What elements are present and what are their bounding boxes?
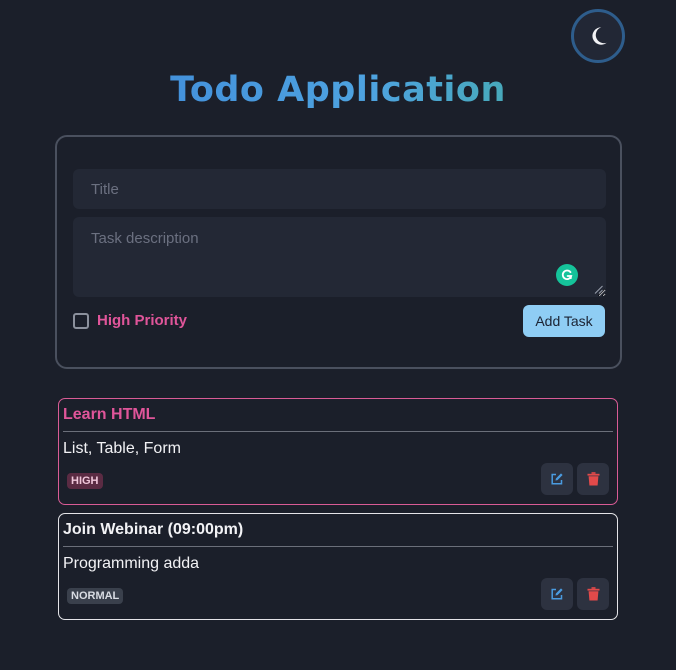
task-title: Learn HTML xyxy=(63,406,156,423)
app-title: Todo Application xyxy=(0,70,676,110)
task-divider xyxy=(63,431,613,432)
high-priority-label[interactable]: High Priority xyxy=(97,312,187,329)
todo-app: Todo Application High Priority Add Task … xyxy=(0,0,676,670)
grammarly-icon[interactable] xyxy=(556,264,578,286)
edit-icon xyxy=(551,588,563,600)
trash-icon xyxy=(587,472,599,486)
resize-grip-icon[interactable] xyxy=(594,285,603,294)
add-task-form: High Priority Add Task xyxy=(55,135,622,369)
trash-icon xyxy=(587,587,599,601)
task-card: Learn HTML List, Table, Form HIGH xyxy=(58,398,618,505)
add-task-button[interactable]: Add Task xyxy=(523,305,605,337)
edit-task-button[interactable] xyxy=(541,578,573,610)
task-title: Join Webinar (09:00pm) xyxy=(63,521,244,538)
theme-toggle-button[interactable] xyxy=(571,9,625,63)
description-input[interactable] xyxy=(73,217,606,297)
priority-badge: HIGH xyxy=(67,473,103,489)
delete-task-button[interactable] xyxy=(577,463,609,495)
task-description: List, Table, Form xyxy=(63,440,181,457)
task-card: Join Webinar (09:00pm) Programming adda … xyxy=(58,513,618,620)
task-divider xyxy=(63,546,613,547)
edit-task-button[interactable] xyxy=(541,463,573,495)
delete-task-button[interactable] xyxy=(577,578,609,610)
edit-icon xyxy=(551,473,563,485)
title-input[interactable] xyxy=(73,169,606,209)
high-priority-checkbox[interactable] xyxy=(73,313,89,329)
priority-badge: NORMAL xyxy=(67,588,124,604)
moon-icon xyxy=(592,27,607,45)
task-description: Programming adda xyxy=(63,555,200,572)
